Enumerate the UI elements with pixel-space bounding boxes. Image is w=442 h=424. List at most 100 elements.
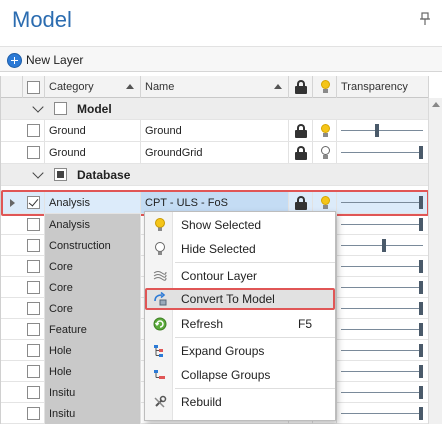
refresh-icon <box>153 317 167 331</box>
chevron-down-icon[interactable] <box>32 101 44 113</box>
lock-icon[interactable] <box>294 123 308 138</box>
collapse-groups-icon <box>154 370 165 379</box>
menu-item-label: Expand Groups <box>181 344 265 358</box>
menu-item-collapse-groups[interactable]: Collapse Groups <box>145 364 335 386</box>
lock-icon[interactable] <box>294 145 308 160</box>
menu-item-contour-layer[interactable]: Contour Layer <box>145 265 335 287</box>
row-category: Insitu <box>45 382 141 403</box>
transparency-slider[interactable] <box>337 214 429 235</box>
expand-groups-icon <box>154 345 163 357</box>
column-name-label: Name <box>145 81 175 93</box>
transparency-slider[interactable] <box>337 120 429 141</box>
menu-separator <box>175 337 335 338</box>
panel-title: Model <box>12 7 72 32</box>
row-category: Hole <box>45 340 141 361</box>
row-category: Insitu <box>45 403 141 424</box>
wrench-icon <box>154 395 167 408</box>
row-category: Core <box>45 256 141 277</box>
menu-separator <box>175 388 335 389</box>
pin-icon[interactable] <box>420 12 430 26</box>
context-menu: Show Selected Hide Selected Contour Laye… <box>144 211 336 421</box>
transparency-slider[interactable] <box>337 361 429 382</box>
lightbulb-icon[interactable] <box>319 195 331 210</box>
row-category: Core <box>45 298 141 319</box>
row-checkbox[interactable] <box>27 260 40 273</box>
column-header-lock[interactable] <box>289 76 313 98</box>
transparency-slider[interactable] <box>337 256 429 277</box>
group-model-label: Model <box>77 101 112 116</box>
menu-item-rebuild[interactable]: Rebuild <box>145 391 335 413</box>
row-category: Construction <box>45 235 141 256</box>
column-header-visibility[interactable] <box>313 76 337 98</box>
row-checkbox[interactable] <box>27 218 40 231</box>
header-row-indicator <box>1 76 23 98</box>
menu-item-shortcut: F5 <box>298 317 313 331</box>
lock-icon[interactable] <box>294 195 308 210</box>
menu-item-label: Contour Layer <box>181 269 258 283</box>
panel-header: Model <box>0 0 442 42</box>
chevron-down-icon[interactable] <box>32 167 44 179</box>
row-category: Ground <box>45 142 141 163</box>
menu-item-refresh[interactable]: Refresh F5 <box>145 313 335 335</box>
row-checkbox[interactable] <box>27 281 40 294</box>
current-row-indicator-icon <box>10 199 15 207</box>
sort-ascending-icon <box>274 84 282 89</box>
transparency-slider[interactable] <box>337 277 429 298</box>
row-checkbox[interactable] <box>27 239 40 252</box>
transparency-slider[interactable] <box>337 403 429 424</box>
transparency-slider[interactable] <box>337 319 429 340</box>
transparency-slider[interactable] <box>337 340 429 361</box>
row-name: Ground <box>141 120 289 141</box>
row-checkbox[interactable] <box>27 302 40 315</box>
lightbulb-icon <box>319 80 331 94</box>
row-checkbox[interactable] <box>27 124 40 137</box>
menu-item-show-selected[interactable]: Show Selected <box>145 214 335 236</box>
row-checkbox[interactable] <box>27 365 40 378</box>
transparency-slider[interactable] <box>337 235 429 256</box>
row-category: Core <box>45 277 141 298</box>
table-row[interactable]: Ground Ground <box>1 120 429 142</box>
row-checkbox[interactable] <box>27 344 40 357</box>
row-name: GroundGrid <box>141 142 289 163</box>
group-database-checkbox[interactable] <box>54 168 67 181</box>
row-checkbox[interactable] <box>27 323 40 336</box>
menu-separator <box>175 262 335 263</box>
transparency-slider[interactable] <box>337 382 429 403</box>
contour-lines-icon <box>153 271 167 281</box>
select-all-checkbox[interactable] <box>27 80 40 94</box>
group-model-checkbox[interactable] <box>54 102 67 115</box>
row-category: Feature <box>45 319 141 340</box>
lightbulb-on-icon <box>155 218 165 231</box>
transparency-slider[interactable] <box>337 142 429 163</box>
column-header-name[interactable]: Name <box>141 76 289 98</box>
vertical-scrollbar[interactable] <box>428 98 442 424</box>
column-category-label: Category <box>49 81 94 93</box>
table-row[interactable]: Ground GroundGrid <box>1 142 429 164</box>
header-select-all[interactable] <box>23 76 45 98</box>
row-checkbox[interactable] <box>27 146 40 159</box>
menu-item-hide-selected[interactable]: Hide Selected <box>145 238 335 260</box>
menu-item-convert-to-model[interactable]: Convert To Model <box>145 288 335 310</box>
new-layer-button[interactable]: New Layer <box>7 51 83 69</box>
group-row-database[interactable]: Database <box>1 164 429 186</box>
column-header-transparency[interactable]: Transparency <box>337 76 429 98</box>
menu-item-expand-groups[interactable]: Expand Groups <box>145 340 335 362</box>
sort-ascending-icon <box>126 84 134 89</box>
column-header-category[interactable]: Category <box>45 76 141 98</box>
new-layer-label: New Layer <box>26 53 84 67</box>
grid-header: Category Name Transparency <box>1 76 429 98</box>
menu-item-label: Refresh <box>181 317 224 331</box>
row-checkbox[interactable] <box>27 196 40 209</box>
row-category: Analysis <box>45 192 141 213</box>
row-checkbox[interactable] <box>27 407 40 420</box>
transparency-slider[interactable] <box>337 192 429 213</box>
transparency-slider[interactable] <box>337 298 429 319</box>
lightbulb-off-icon[interactable] <box>319 145 331 160</box>
row-checkbox[interactable] <box>27 386 40 399</box>
scroll-up-arrow-icon[interactable] <box>432 102 440 107</box>
menu-item-label: Show Selected <box>181 218 262 232</box>
lightbulb-icon[interactable] <box>319 123 331 138</box>
menu-item-label: Collapse Groups <box>181 368 271 382</box>
group-row-model[interactable]: Model <box>1 98 429 120</box>
menu-item-label: Hide Selected <box>181 242 256 256</box>
